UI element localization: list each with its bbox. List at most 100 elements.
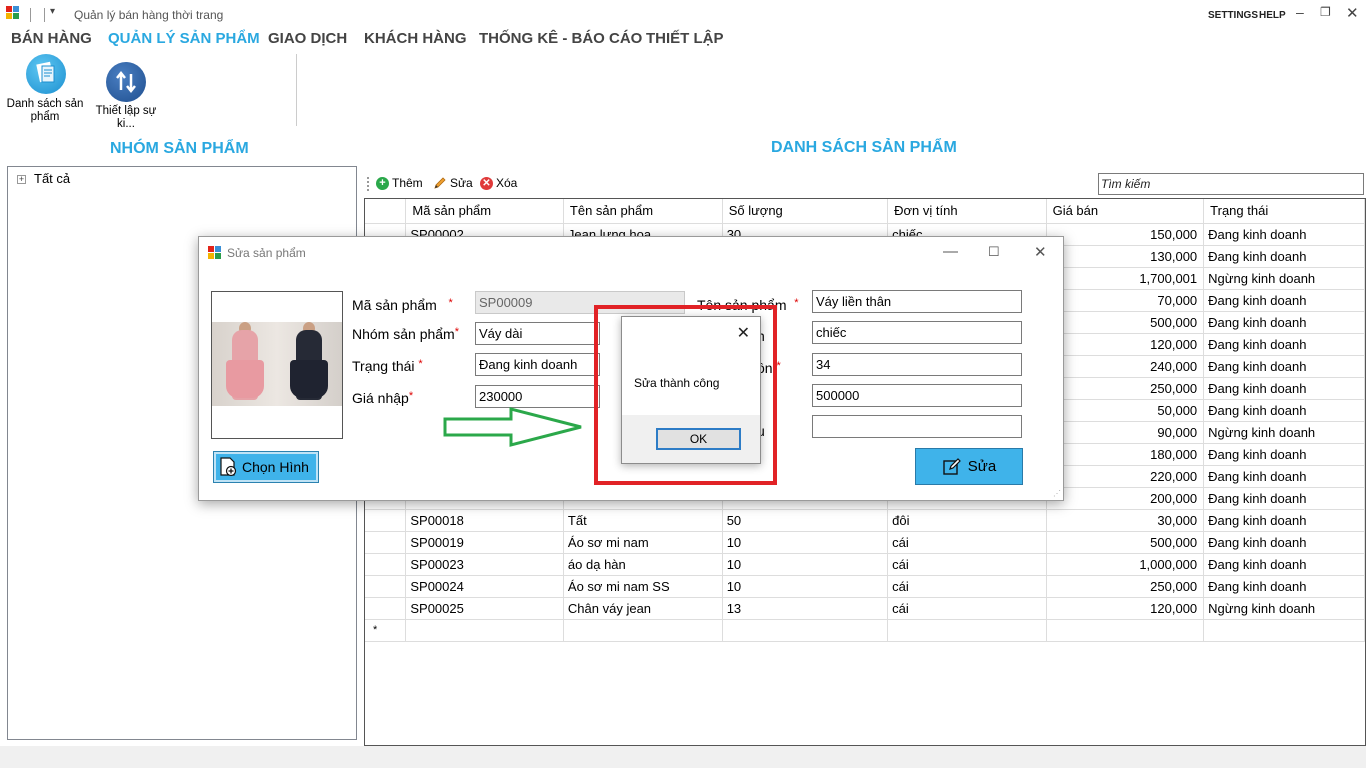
table-cell[interactable]: Đang kinh doanh [1203,399,1365,422]
table-cell[interactable]: Đang kinh doanh [1203,223,1365,246]
row-header[interactable] [365,531,407,554]
unit-field[interactable]: chiếc [812,321,1022,344]
column-header[interactable]: Đơn vị tính [887,199,1047,224]
column-header[interactable]: Trạng thái [1203,199,1365,224]
table-cell[interactable]: 120,000 [1046,333,1205,356]
tab-ban-hang[interactable]: BÁN HÀNG [11,30,92,47]
table-cell[interactable]: Đang kinh doanh [1203,443,1365,466]
column-header[interactable]: Tên sản phẩm [563,199,723,224]
table-cell[interactable]: 130,000 [1046,245,1205,268]
table-cell[interactable]: SP00019 [405,531,564,554]
table-cell[interactable]: 200,000 [1046,487,1205,510]
table-cell[interactable] [405,619,564,642]
tab-quan-ly-san-pham[interactable]: QUẢN LÝ SẢN PHẨM [108,30,260,47]
table-cell[interactable]: 220,000 [1046,465,1205,488]
row-header[interactable] [365,553,407,576]
table-cell[interactable]: 13 [722,597,889,620]
product-list-button[interactable]: Danh sách sản phẩm [4,54,86,126]
table-cell[interactable]: Đang kinh doanh [1203,575,1365,598]
table-cell[interactable]: cái [887,575,1047,598]
settings-button[interactable]: SETTINGS [1208,10,1258,21]
ok-button[interactable]: OK [656,428,741,450]
table-cell[interactable]: Ngừng kinh doanh [1203,597,1365,620]
table-cell[interactable]: Đang kinh doanh [1203,245,1365,268]
save-edit-button[interactable]: Sửa [915,448,1023,485]
table-row[interactable]: SP00023 áo dạ hàn 10 cái 1,000,000 Đang kinh … [365,553,1365,576]
table-cell[interactable]: 250,000 [1046,377,1205,400]
help-button[interactable]: HELP [1259,10,1286,21]
table-cell[interactable]: SP00023 [405,553,564,576]
column-header[interactable]: Số lượng [722,199,889,224]
table-cell[interactable]: SP00025 [405,597,564,620]
table-cell[interactable]: 240,000 [1046,355,1205,378]
tab-khach-hang[interactable]: KHÁCH HÀNG [364,30,467,47]
dialog-close-icon[interactable]: ✕ [1034,243,1047,261]
table-cell[interactable] [887,619,1047,642]
table-cell[interactable]: SP00024 [405,575,564,598]
table-cell[interactable]: 90,000 [1046,421,1205,444]
table-cell[interactable]: 120,000 [1046,597,1205,620]
row-header[interactable] [365,509,407,532]
table-cell[interactable]: Đang kinh doanh [1203,465,1365,488]
product-name-field[interactable]: Váy liền thân [812,290,1022,313]
product-code-field[interactable]: SP00009 [475,291,685,314]
table-cell[interactable]: 70,000 [1046,289,1205,312]
delete-button[interactable]: ✕ Xóa [480,176,517,190]
sale-price-field[interactable]: 500000 [812,384,1022,407]
table-cell[interactable] [1046,619,1205,642]
table-cell[interactable]: Đang kinh doanh [1203,487,1365,510]
tab-thiet-lap[interactable]: THIẾT LẬP [646,30,724,47]
table-cell[interactable]: cái [887,531,1047,554]
dialog-maximize-icon[interactable]: ☐ [988,244,1000,260]
table-cell[interactable]: 10 [722,575,889,598]
table-cell[interactable]: 50 [722,509,889,532]
table-cell[interactable]: Tất [563,509,723,532]
row-header[interactable] [365,597,407,620]
table-cell[interactable]: 50,000 [1046,399,1205,422]
new-row[interactable]: * [365,619,1365,642]
table-cell[interactable]: Đang kinh doanh [1203,333,1365,356]
table-row[interactable]: SP00019 Áo sơ mi nam 10 cái 500,000 Đang kinh… [365,531,1365,554]
table-cell[interactable]: 150,000 [1046,223,1205,246]
table-cell[interactable]: áo dạ hàn [563,553,723,576]
table-cell[interactable]: 10 [722,531,889,554]
close-icon[interactable]: ✕ [1346,4,1359,22]
table-cell[interactable]: Áo sơ mi nam SS [563,575,723,598]
table-cell[interactable]: 30,000 [1046,509,1205,532]
table-cell[interactable]: cái [887,553,1047,576]
table-row[interactable]: SP00018 Tất 50 đôi 30,000 Đang kinh doanh [365,509,1365,532]
table-cell[interactable]: Đang kinh doanh [1203,509,1365,532]
table-cell[interactable]: 180,000 [1046,443,1205,466]
table-cell[interactable] [563,619,723,642]
column-header[interactable]: Giá bán [1046,199,1205,224]
table-row[interactable]: SP00025 Chân váy jean 13 cái 120,000 Ngừng ki… [365,597,1365,620]
table-cell[interactable]: Đang kinh doanh [1203,531,1365,554]
restore-icon[interactable]: ❐ [1320,5,1331,19]
message-close-icon[interactable]: ✕ [737,323,750,343]
table-cell[interactable]: SP00018 [405,509,564,532]
table-cell[interactable]: Đang kinh doanh [1203,289,1365,312]
resize-grip[interactable]: ⋰ [1053,489,1061,498]
tree-node-all[interactable]: Tất cả [34,171,70,186]
table-cell[interactable]: 1,000,000 [1046,553,1205,576]
expand-icon[interactable]: + [17,175,26,184]
minimize-icon[interactable]: – [1296,4,1304,20]
table-cell[interactable]: 500,000 [1046,311,1205,334]
table-cell[interactable]: 1,700,001 [1046,267,1205,290]
product-group-field[interactable]: Váy dài [475,322,600,345]
column-header[interactable]: Mã sản phẩm [405,199,564,224]
extra-field[interactable] [812,415,1022,438]
table-cell[interactable]: Ngừng kinh doanh [1203,421,1365,444]
status-field[interactable]: Đang kinh doanh [475,353,600,376]
table-cell[interactable]: Đang kinh doanh [1203,553,1365,576]
choose-image-button[interactable]: Chọn Hình [213,451,319,483]
table-cell[interactable]: Chân váy jean [563,597,723,620]
row-header[interactable] [365,575,407,598]
table-cell[interactable]: Áo sơ mi nam [563,531,723,554]
table-cell[interactable]: Đang kinh doanh [1203,355,1365,378]
tab-thong-ke-bao-cao[interactable]: THỐNG KÊ - BÁO CÁO [479,30,642,47]
search-input[interactable]: Tìm kiếm [1098,173,1364,195]
table-cell[interactable]: cái [887,597,1047,620]
event-setup-button[interactable]: Thiết lập sự ki... [86,54,166,130]
tab-giao-dich[interactable]: GIAO DỊCH [268,30,347,47]
